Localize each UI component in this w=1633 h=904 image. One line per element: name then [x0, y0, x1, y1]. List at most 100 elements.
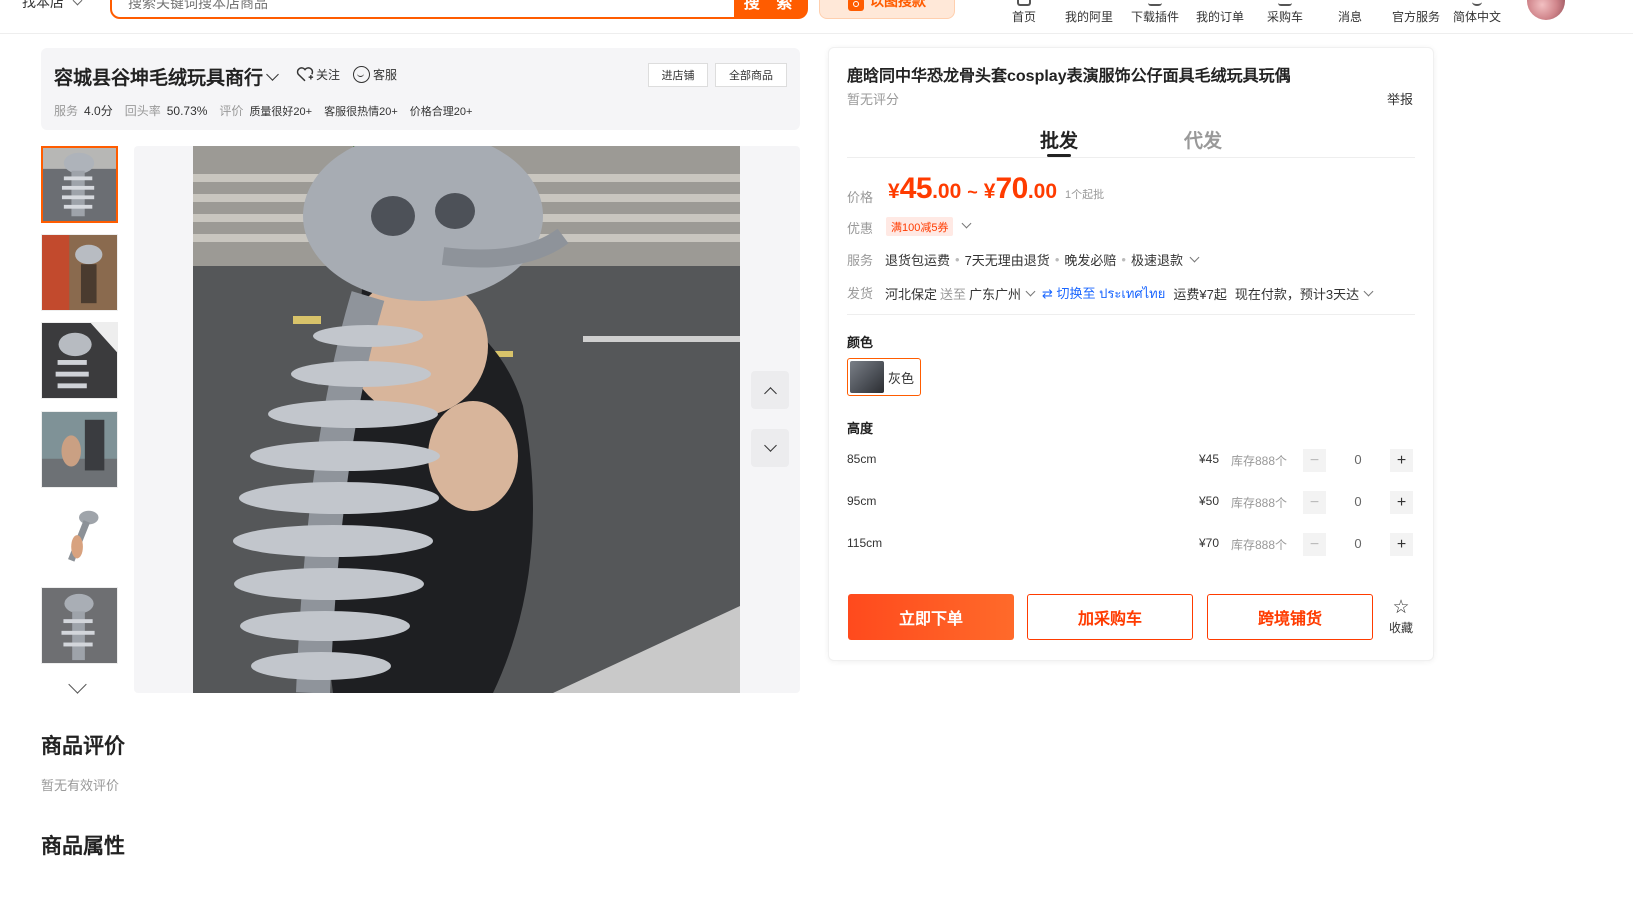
sku-size: 115cm: [847, 536, 883, 550]
sku-row: 85cm ¥45 库存888个 − 0 +: [847, 445, 1415, 475]
currency-symbol: ¥: [888, 180, 900, 203]
quantity-input[interactable]: 0: [1327, 494, 1389, 509]
ship-to-dropdown[interactable]: 广东广州: [969, 284, 1021, 303]
rating-label: 服务: [54, 104, 79, 118]
price-label: 价格: [847, 190, 874, 205]
report-link[interactable]: 举报: [1387, 89, 1413, 108]
nav-download-plugin[interactable]: 下载插件: [1130, 0, 1180, 34]
delivery-estimate[interactable]: 现在付款，预计3天达: [1235, 284, 1359, 303]
decrease-quantity-button[interactable]: −: [1303, 449, 1326, 472]
gallery-thumbnail[interactable]: [41, 146, 118, 223]
gallery-thumbnail[interactable]: [41, 499, 118, 576]
search-input[interactable]: [112, 0, 734, 17]
favorite-label: 收藏: [1388, 621, 1413, 635]
price-high-decimal: .00: [1027, 180, 1058, 203]
review-tag: 客服很热情20+: [324, 105, 398, 118]
sku-size: 95cm: [847, 494, 877, 508]
ship-to-word: 送至: [940, 287, 967, 302]
search-box[interactable]: [110, 0, 736, 19]
chevron-down-icon[interactable]: [1025, 286, 1036, 297]
price-range: ¥ 45 .00 ~ ¥ 70 .00 1个起批: [888, 172, 1104, 206]
freight-text: 运费¥7起: [1173, 287, 1227, 302]
image-search-label: 以图搜款: [870, 0, 926, 9]
increase-quantity-button[interactable]: +: [1390, 449, 1413, 472]
enter-shop-button[interactable]: 进店铺: [648, 63, 708, 87]
nav-label: 我的订单: [1195, 10, 1244, 24]
gallery-thumbnail[interactable]: [41, 411, 118, 488]
star-icon: ☆: [1392, 596, 1410, 618]
ship-from: 河北保定: [885, 287, 938, 302]
nav-cart[interactable]: 采购车: [1266, 0, 1304, 34]
shipping-info: 河北保定 送至 广东广州 ⇄ 切换至 ประเทศไทย 运费¥7起 现在付款，…: [885, 283, 1376, 304]
increase-quantity-button[interactable]: +: [1390, 533, 1413, 556]
product-score: 暂无评分: [847, 92, 900, 107]
purchase-panel: [828, 47, 1434, 661]
nav-my-ali[interactable]: 我的阿里: [1064, 0, 1114, 34]
search-scope-dropdown[interactable]: 找本店: [22, 0, 83, 12]
nav-messages[interactable]: 消息: [1337, 0, 1363, 34]
add-to-cart-button[interactable]: 加采购车: [1027, 594, 1193, 640]
price-range-separator: ~: [967, 182, 978, 202]
camera-icon: [848, 0, 864, 11]
increase-quantity-button[interactable]: +: [1390, 491, 1413, 514]
buy-now-button[interactable]: 立即下单: [848, 594, 1014, 640]
nav-label: 我的阿里: [1064, 10, 1113, 24]
follow-label: 关注: [316, 68, 341, 82]
tab-wholesale[interactable]: 批发: [1040, 126, 1078, 153]
search-button[interactable]: 搜 索: [734, 0, 808, 19]
heart-plus-icon: [296, 67, 314, 82]
nav-official-service[interactable]: 官方服务: [1391, 0, 1441, 34]
rating-value: 4.0分: [84, 104, 113, 118]
nav-language[interactable]: 简体中文: [1452, 0, 1502, 34]
favorite-button[interactable]: ☆ 收藏: [1386, 598, 1416, 636]
gallery-thumbnail[interactable]: [41, 322, 118, 399]
nav-label: 官方服务: [1391, 10, 1440, 24]
quantity-input[interactable]: 0: [1327, 536, 1389, 551]
home-icon: [1017, 0, 1031, 6]
gallery-thumbnail[interactable]: [41, 234, 118, 311]
decrease-quantity-button[interactable]: −: [1303, 491, 1326, 514]
review-label: 评价: [219, 104, 244, 118]
chevron-down-icon: [763, 438, 777, 452]
shop-name[interactable]: 容城县谷坤毛绒玩具商行: [54, 63, 263, 90]
chevron-down-icon[interactable]: [1363, 286, 1374, 297]
main-product-image[interactable]: [193, 146, 740, 693]
color-option-label: 灰色: [888, 370, 915, 386]
main-product-photo: [193, 146, 740, 693]
search-scope-label: 找本店: [22, 0, 64, 10]
sku-row: 115cm ¥70 库存888个 − 0 +: [847, 529, 1415, 559]
repurchase-label: 回头率: [124, 104, 161, 118]
image-prev-button[interactable]: [751, 371, 789, 409]
minimum-order: 1个起批: [1065, 189, 1105, 201]
message-icon: [1343, 0, 1357, 6]
switch-region-link[interactable]: ⇄ 切换至 ประเทศไทย: [1042, 283, 1165, 304]
cross-border-listing-button[interactable]: 跨境铺货: [1207, 594, 1373, 640]
smile-icon: [353, 66, 370, 83]
sku-price: ¥50: [1199, 494, 1220, 508]
tab-dropship[interactable]: 代发: [1184, 126, 1222, 153]
gallery-thumbnail[interactable]: [41, 587, 118, 664]
price-high-integer: 70: [995, 172, 1028, 205]
follow-button[interactable]: 关注: [296, 66, 340, 83]
image-search-button[interactable]: 以图搜款: [819, 0, 955, 19]
service-list[interactable]: 退货包运费 • 7天无理由退货 • 晚发必赔 • 极速退款: [885, 250, 1202, 269]
decrease-quantity-button[interactable]: −: [1303, 533, 1326, 556]
plugin-icon: [1148, 0, 1162, 6]
language-icon: [1472, 0, 1482, 6]
quantity-input[interactable]: 0: [1327, 452, 1389, 467]
all-products-button[interactable]: 全部商品: [715, 63, 787, 87]
customer-service-button[interactable]: 客服: [353, 66, 397, 83]
user-icon: [1082, 0, 1096, 6]
nav-label: 简体中文: [1452, 10, 1501, 24]
nav-my-orders[interactable]: 我的订单: [1195, 0, 1245, 34]
product-thumbnail-image: [42, 500, 117, 575]
color-option-gray[interactable]: 灰色: [847, 358, 921, 396]
service-item: 极速退款: [1130, 253, 1183, 268]
thumbnail-scroll-down-icon[interactable]: [68, 675, 87, 694]
price-low-decimal: .00: [932, 180, 962, 203]
coupon-badge[interactable]: 满100减5券: [886, 217, 954, 236]
sku-size: 85cm: [847, 452, 877, 466]
reviews-section-title: 商品评价: [41, 735, 125, 758]
nav-home[interactable]: 首页: [1009, 0, 1039, 34]
image-next-button[interactable]: [751, 429, 789, 467]
